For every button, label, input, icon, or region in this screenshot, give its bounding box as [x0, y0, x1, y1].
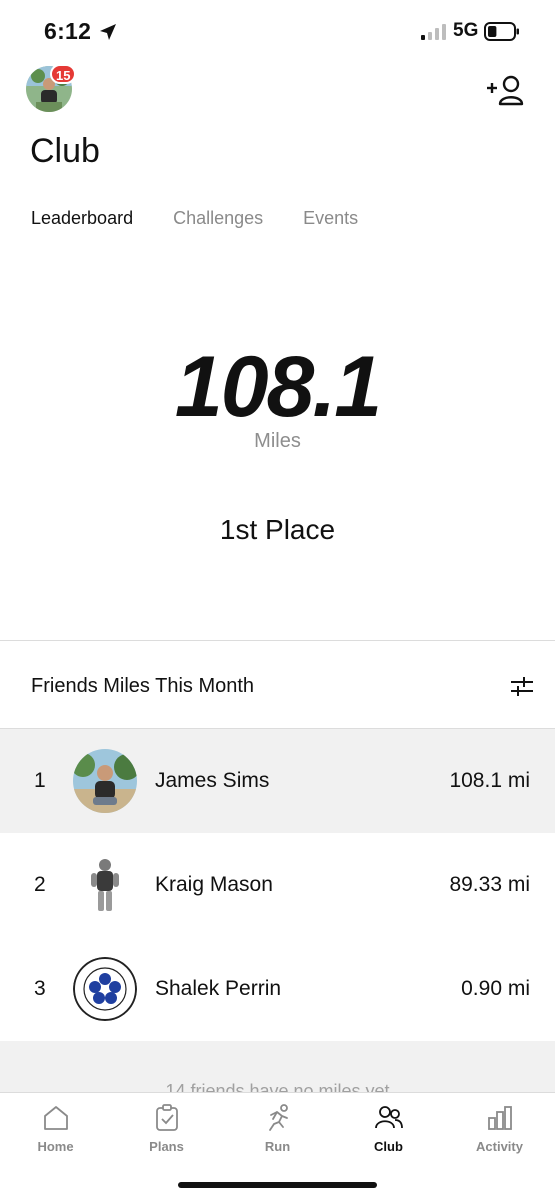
status-bar: 6:12 5G — [0, 0, 555, 62]
tab-events[interactable]: Events — [303, 208, 358, 229]
total-miles-value: 108.1 — [174, 339, 382, 435]
tab-leaderboard[interactable]: Leaderboard — [31, 208, 133, 229]
tabbar-home[interactable]: Home — [0, 1093, 111, 1173]
tabbar-label: Activity — [476, 1139, 523, 1154]
page-title: Club — [30, 132, 100, 170]
status-time: 6:12 — [44, 18, 92, 44]
no-miles-section: 14 friends have no miles yet — [0, 1041, 555, 1093]
runner-icon — [269, 1104, 288, 1131]
add-friend-icon[interactable] — [486, 74, 526, 106]
leaderboard-rank: 1st Place — [219, 514, 336, 545]
leaderboard-row[interactable]: 2 Kraig Mason 89.33 mi — [0, 833, 555, 937]
tabbar-label: Club — [374, 1139, 403, 1154]
row-rank: 3 — [34, 977, 46, 1000]
row-rank: 2 — [34, 873, 46, 896]
tabbar-label: Home — [37, 1139, 74, 1154]
home-icon — [44, 1106, 68, 1130]
tabbar-label: Run — [264, 1139, 291, 1154]
row-name: Kraig Mason — [155, 873, 273, 896]
cellular-signal-icon — [421, 24, 446, 40]
tabbar-club[interactable]: Club — [333, 1093, 444, 1173]
row-name: James Sims — [155, 769, 270, 792]
filter-sliders-icon[interactable] — [510, 675, 534, 697]
club-tabs: Leaderboard Challenges Events — [31, 208, 398, 229]
row-miles: 89.33 mi — [449, 873, 530, 896]
home-indicator — [178, 1182, 377, 1188]
network-type: 5G — [453, 20, 479, 41]
battery-icon — [484, 22, 519, 41]
avatar — [73, 957, 137, 1021]
avatar — [73, 749, 137, 813]
leaderboard-header: Friends Miles This Month — [0, 641, 555, 729]
leaderboard-list: 1 James Sims 108.1 mi 2 Kraig Mason 89.3… — [0, 729, 555, 1041]
leaderboard-row[interactable]: 1 James Sims 108.1 mi — [0, 729, 555, 833]
activity-bars-icon — [488, 1106, 512, 1130]
club-people-icon — [375, 1106, 403, 1129]
row-miles: 108.1 mi — [449, 769, 530, 792]
tabbar-label: Plans — [149, 1139, 184, 1154]
plans-clipboard-icon — [156, 1104, 178, 1131]
leaderboard-row[interactable]: 3 Shalek Perrin 0.90 mi — [0, 937, 555, 1041]
notification-badge: 15 — [50, 64, 77, 84]
tab-challenges[interactable]: Challenges — [173, 208, 263, 229]
tabbar-run[interactable]: Run — [222, 1093, 333, 1173]
total-miles-unit: Miles — [254, 430, 301, 452]
row-rank: 1 — [34, 769, 46, 792]
row-name: Shalek Perrin — [155, 977, 282, 1000]
tabbar-activity[interactable]: Activity — [444, 1093, 555, 1173]
avatar — [73, 853, 137, 917]
row-miles: 0.90 mi — [461, 977, 530, 1000]
leaderboard-title: Friends Miles This Month — [31, 675, 255, 697]
profile-avatar-button[interactable]: 15 — [26, 64, 77, 112]
location-arrow-icon — [100, 24, 116, 40]
tabbar-plans[interactable]: Plans — [111, 1093, 222, 1173]
